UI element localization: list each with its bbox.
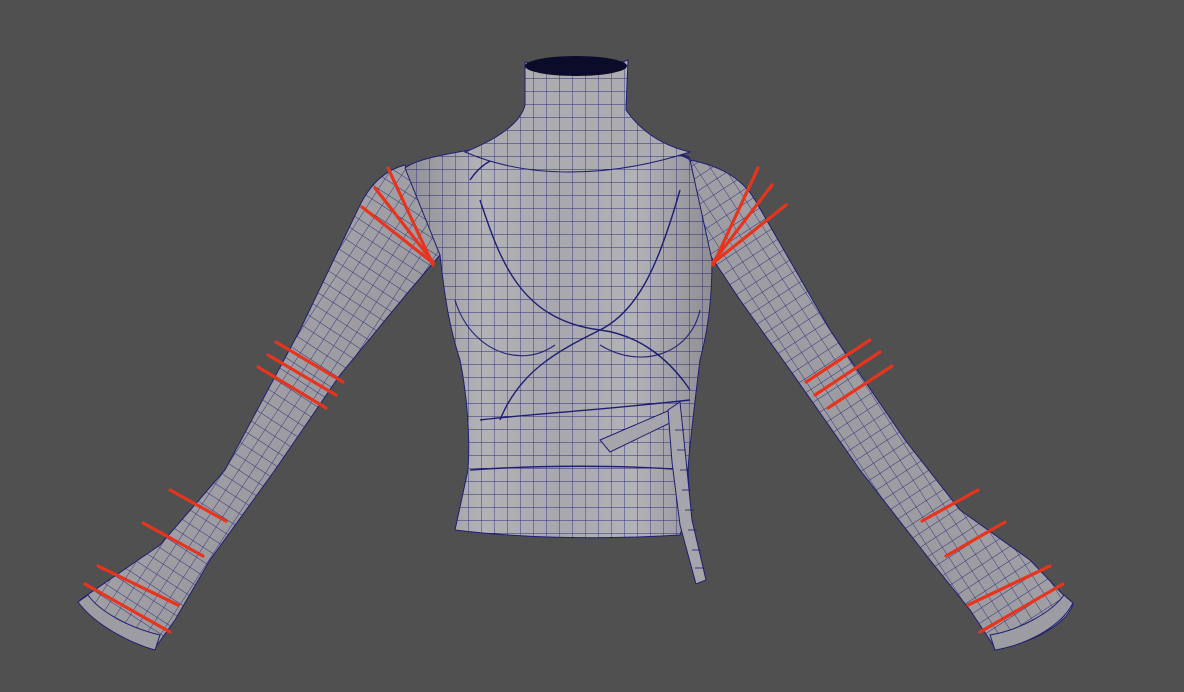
3d-viewport[interactable] <box>0 0 1184 692</box>
right-sleeve-mesh[interactable] <box>689 159 1074 649</box>
sleeve-cuffs <box>77 594 1074 651</box>
neck-opening <box>525 56 627 76</box>
left-sleeve-mesh[interactable] <box>79 164 441 649</box>
torso-mesh[interactable] <box>404 147 713 539</box>
turtleneck-collar[interactable] <box>463 56 692 173</box>
viewport-canvas[interactable] <box>0 0 1184 692</box>
